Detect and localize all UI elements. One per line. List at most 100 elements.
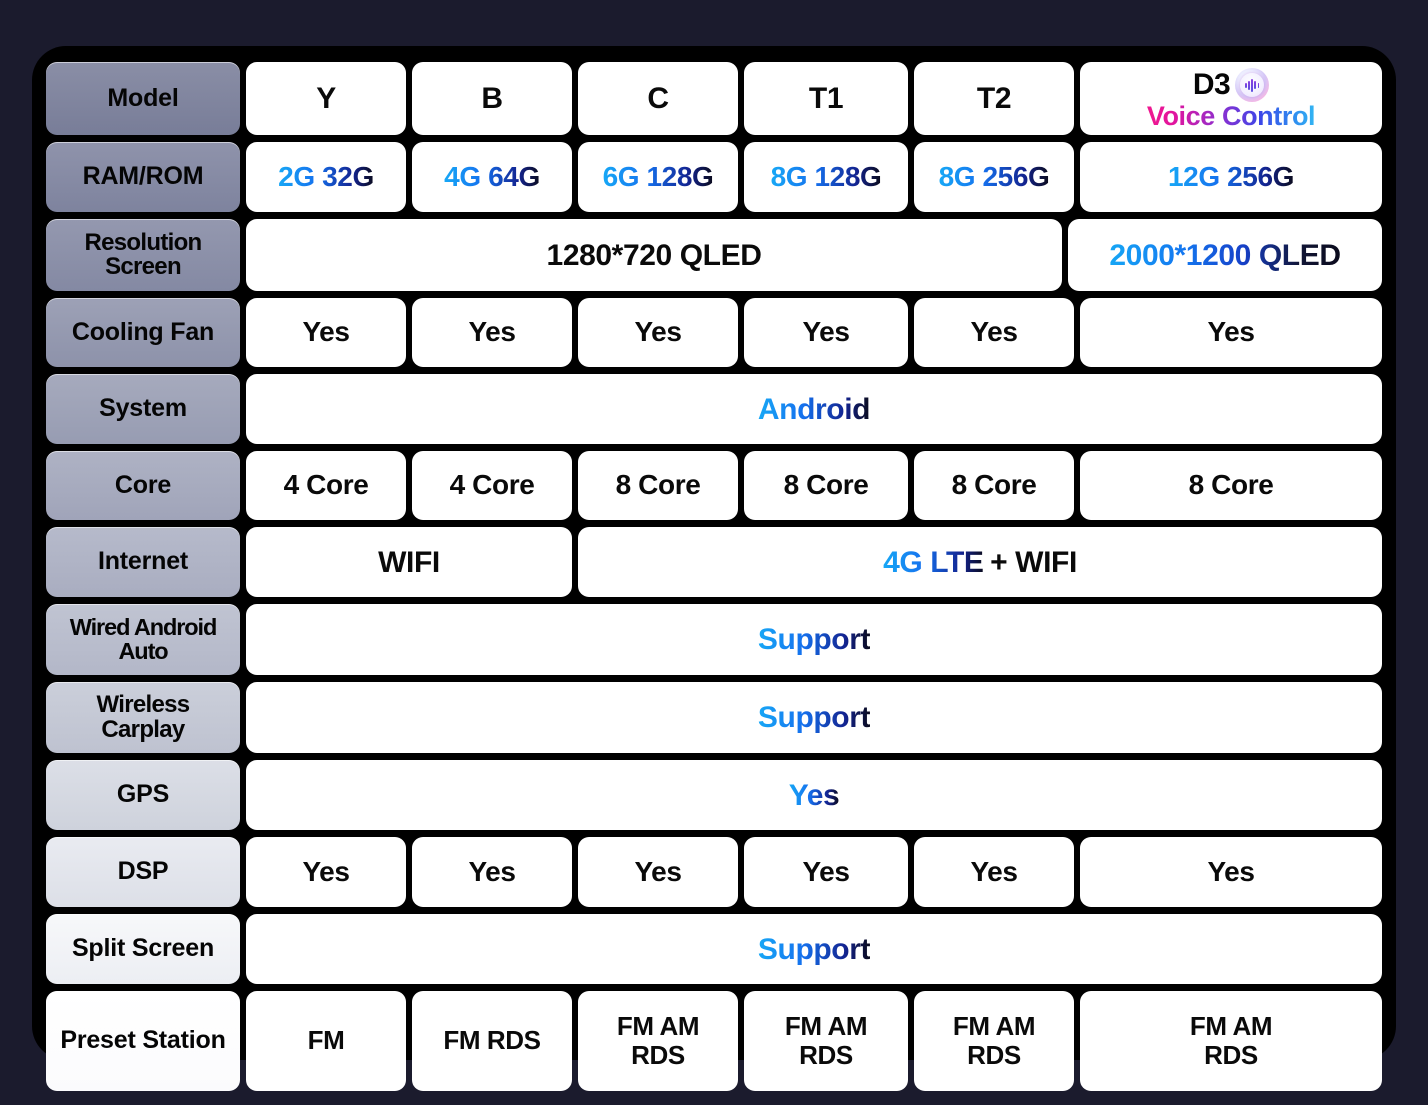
cell-fan-t1: Yes: [744, 298, 908, 367]
row-label-system-text: System: [99, 394, 187, 423]
row-label-resolution-text: Resolution Screen: [85, 230, 203, 280]
cell-text: Support: [757, 932, 871, 966]
cell-text: Yes: [302, 316, 350, 348]
cell-line2: RDS: [967, 1040, 1021, 1070]
cell-text: 4G LTE + WIFI: [883, 546, 1077, 579]
cell-line1: FM AM: [952, 1010, 1036, 1041]
cell-text: Yes: [634, 855, 682, 887]
cell-line1: FM AM: [784, 1010, 868, 1041]
cell-text: 12G 256G: [1168, 160, 1294, 192]
cell-text: FM AM RDS: [1189, 1010, 1273, 1070]
cell-core-y: 4 Core: [246, 451, 406, 520]
cell-preset-t1: FM AM RDS: [744, 991, 908, 1091]
cell-line1: FM AM: [1189, 1010, 1273, 1041]
cell-dsp-t1: Yes: [744, 837, 908, 907]
cell-core-b: 4 Core: [412, 451, 572, 520]
cell-text: C: [647, 82, 669, 115]
cell-ram-t2: 8G 256G: [914, 142, 1074, 212]
d3-title-row: D3: [1193, 68, 1270, 103]
cell-fan-y: Yes: [246, 298, 406, 367]
cell-text: 4 Core: [283, 469, 369, 501]
cell-model-d3: D3 Voice Control: [1080, 62, 1382, 135]
cell-resolution-standard: 1280*720 QLED: [246, 219, 1062, 291]
cell-line1: FM RDS: [443, 1025, 541, 1056]
cell-text: FM: [308, 1026, 345, 1055]
row-label-gps-text: GPS: [116, 780, 170, 809]
cell-ram-c: 6G 128G: [578, 142, 738, 212]
cell-resolution-d3: 2000*1200 QLED: [1068, 219, 1382, 291]
cell-model-t2: T2: [914, 62, 1074, 135]
row-label-wired-android-auto-text: Wired Android Auto: [70, 615, 218, 664]
cell-text: FM RDS: [443, 1025, 541, 1056]
spec-comparison-table: Model Y B C T1 T2 D3 Voice Control RAM/R…: [32, 46, 1396, 1091]
row-label-ram-rom-text: RAM/ROM: [82, 162, 204, 191]
d3-voice-control-label: Voice Control: [1146, 101, 1316, 132]
cell-text: 8G 256G: [938, 160, 1050, 192]
cell-core-d3: 8 Core: [1080, 451, 1382, 520]
cell-preset-y: FM: [246, 991, 406, 1091]
row-label-system: System: [46, 374, 240, 444]
row-label-preset-station-text: Preset Station: [60, 1026, 226, 1055]
cell-ram-t1: 8G 128G: [744, 142, 908, 212]
table-row-wired-android-auto: Wired Android Auto Support: [46, 604, 1382, 675]
cell-text: 4G 64G: [444, 160, 540, 192]
row-label-wireless-carplay-text: Wireless Carplay: [97, 692, 191, 742]
row-label-core-text: Core: [114, 470, 172, 499]
cell-core-t1: 8 Core: [744, 451, 908, 520]
cell-fan-t2: Yes: [914, 298, 1074, 367]
cell-line2: RDS: [799, 1040, 853, 1070]
table-row-system: System Android: [46, 374, 1382, 444]
row-label-wireless-carplay: Wireless Carplay: [46, 682, 240, 753]
cell-text: Yes: [970, 855, 1018, 887]
cell-text: Yes: [970, 316, 1018, 348]
cell-text: 8 Core: [783, 469, 869, 501]
cell-fan-d3: Yes: [1080, 298, 1382, 367]
cell-preset-d3: FM AM RDS: [1080, 991, 1382, 1091]
cell-preset-c: FM AM RDS: [578, 991, 738, 1091]
cell-line2: RDS: [1204, 1040, 1258, 1070]
cell-text: 8 Core: [615, 469, 701, 501]
internet-wifi-text: + WIFI: [990, 545, 1077, 579]
cell-dsp-b: Yes: [412, 837, 572, 907]
cell-text: FM AM RDS: [784, 1010, 868, 1070]
cell-internet-wifi: WIFI: [246, 527, 572, 597]
table-row-ram-rom: RAM/ROM 2G 32G 4G 64G 6G 128G 8G 128G 8G…: [46, 142, 1382, 212]
cell-fan-c: Yes: [578, 298, 738, 367]
table-row-preset-station: Preset Station FM FM RDS FM AM RDS FM AM…: [46, 991, 1382, 1091]
cell-text: 2G 32G: [278, 160, 374, 192]
table-row-resolution: Resolution Screen 1280*720 QLED 2000*120…: [46, 219, 1382, 291]
row-label-line2: Screen: [105, 253, 182, 280]
cell-text: Support: [757, 623, 871, 656]
cell-text: T1: [808, 82, 844, 115]
row-label-line2: Auto: [118, 637, 168, 664]
cell-system-all: Android: [246, 374, 1382, 444]
row-label-ram-rom: RAM/ROM: [46, 142, 240, 212]
cell-text: Yes: [302, 855, 350, 887]
cell-dsp-y: Yes: [246, 837, 406, 907]
row-label-gps: GPS: [46, 760, 240, 830]
cell-model-y: Y: [246, 62, 406, 135]
cell-text: 8 Core: [1188, 469, 1274, 501]
table-row-core: Core 4 Core 4 Core 8 Core 8 Core 8 Core …: [46, 451, 1382, 520]
cell-text: 1280*720 QLED: [546, 238, 762, 272]
cell-text: Yes: [1207, 316, 1255, 348]
cell-text: Y: [316, 82, 336, 115]
table-row-model: Model Y B C T1 T2 D3 Voice Control: [46, 62, 1382, 135]
row-label-cooling-fan: Cooling Fan: [46, 298, 240, 367]
cell-line1: FM: [307, 1025, 345, 1056]
row-label-wired-android-auto: Wired Android Auto: [46, 604, 240, 675]
row-label-model-text: Model: [107, 83, 179, 112]
cell-text: 4 Core: [449, 469, 535, 501]
cell-text: Support: [757, 701, 871, 734]
row-label-split-screen: Split Screen: [46, 914, 240, 984]
cell-model-t1: T1: [744, 62, 908, 135]
cell-core-t2: 8 Core: [914, 451, 1074, 520]
cell-line1: FM AM: [616, 1010, 700, 1041]
table-row-dsp: DSP Yes Yes Yes Yes Yes Yes: [46, 837, 1382, 907]
row-label-split-screen-text: Split Screen: [71, 934, 215, 963]
row-label-core: Core: [46, 451, 240, 520]
cell-internet-4glte-wifi: 4G LTE + WIFI: [578, 527, 1382, 597]
table-row-internet: Internet WIFI 4G LTE + WIFI: [46, 527, 1382, 597]
cell-dsp-d3: Yes: [1080, 837, 1382, 907]
cell-text: B: [481, 82, 503, 115]
